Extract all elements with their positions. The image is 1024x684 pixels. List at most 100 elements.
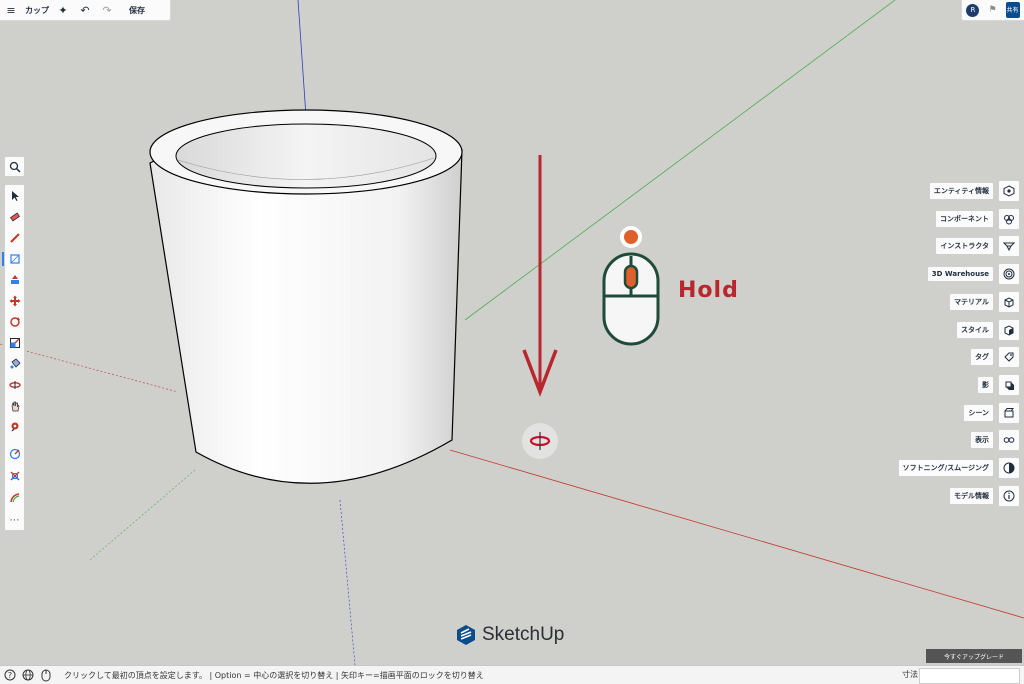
scenes-icon[interactable]: [998, 401, 1020, 424]
cup-model[interactable]: [149, 109, 463, 484]
notification-icon[interactable]: ⚑: [988, 5, 996, 15]
scale-tool[interactable]: [5, 334, 24, 352]
panel-row-styles[interactable]: スタイル: [956, 318, 1020, 341]
walk-tool[interactable]: [5, 418, 24, 436]
panel-label[interactable]: エンティティ情報: [928, 182, 994, 200]
materials-icon[interactable]: [998, 290, 1020, 313]
panel-label[interactable]: モデル情報: [949, 486, 994, 505]
upgrade-button[interactable]: 今すぐアップグレード: [926, 649, 1022, 663]
components-icon[interactable]: [998, 207, 1020, 230]
tape-measure-tool[interactable]: [5, 445, 24, 463]
pencil-icon: [9, 233, 20, 243]
panel-label[interactable]: コンポーネント: [935, 209, 994, 228]
section-plane-icon: [10, 471, 19, 481]
eraser-icon: [9, 212, 20, 222]
panel-label[interactable]: 影: [977, 375, 994, 394]
mouse-middle-button-icon: [602, 226, 660, 346]
shadows-icon[interactable]: [998, 373, 1020, 396]
top-right-cluster: R ⚑ 共有: [961, 0, 1024, 21]
model-title[interactable]: カップ: [22, 0, 52, 20]
help-icon[interactable]: ?: [2, 667, 18, 683]
move-icon: [9, 295, 20, 307]
measurements-label: 寸法: [902, 670, 918, 679]
orbit-icon: [8, 381, 21, 389]
styles-icon[interactable]: [998, 318, 1020, 341]
pan-tool[interactable]: [5, 397, 24, 415]
push-pull-tool[interactable]: [5, 271, 24, 289]
panel-row-model-info[interactable]: モデル情報: [949, 484, 1020, 507]
paint-bucket-icon: [10, 358, 21, 369]
panel-label[interactable]: スタイル: [956, 320, 994, 339]
paint-bucket-tool[interactable]: [5, 355, 24, 373]
scale-icon: [9, 338, 20, 348]
status-text: クリックして最初の頂点を設定します。 | Option = 中心の選択を切り替え…: [64, 670, 484, 680]
svg-text:?: ?: [8, 671, 12, 680]
panel-row-warehouse[interactable]: 3D Warehouse: [926, 263, 1020, 286]
panel-label[interactable]: シーン: [963, 403, 994, 422]
undo-icon[interactable]: ↶: [74, 0, 96, 20]
panel-label[interactable]: インストラクタ: [935, 237, 994, 256]
panel-label[interactable]: ソフトニング/スムージング: [897, 459, 994, 477]
tape-measure-icon: [9, 448, 20, 460]
rotate-icon: [9, 317, 20, 327]
panel-label[interactable]: マテリアル: [949, 292, 994, 311]
panel-label[interactable]: タグ: [970, 348, 994, 367]
panel-row-entity-info[interactable]: エンティティ情報: [928, 180, 1020, 202]
share-button[interactable]: 共有: [1005, 2, 1020, 18]
model-viewport[interactable]: [0, 0, 1024, 665]
soften-smooth-icon[interactable]: [998, 457, 1020, 479]
panel-row-components[interactable]: コンポーネント: [935, 207, 1020, 230]
hold-label: Hold: [678, 278, 739, 303]
blue-axis-negative: [339, 499, 356, 665]
redo-icon[interactable]: ↷: [96, 0, 118, 20]
avatar[interactable]: R: [966, 3, 980, 17]
pencil-tool[interactable]: [5, 229, 24, 247]
save-button[interactable]: 保存: [122, 0, 152, 20]
menu-icon[interactable]: ≡: [0, 0, 22, 20]
panel-label[interactable]: 3D Warehouse: [926, 266, 994, 283]
search-icon: [9, 161, 21, 173]
orbit-tool[interactable]: [5, 376, 24, 394]
drag-down-arrow: [522, 155, 558, 397]
globe-icon[interactable]: [20, 667, 36, 683]
pan-icon: [11, 401, 19, 412]
more-tools-icon[interactable]: ⋯: [5, 511, 24, 529]
measurements-input[interactable]: [919, 668, 1020, 684]
mouse-icon: [38, 667, 54, 683]
model-info-icon[interactable]: [998, 484, 1020, 507]
entity-info-icon[interactable]: [998, 180, 1020, 202]
status-bar: ? クリックして最初の頂点を設定します。 | Option = 中心の選択を切り…: [0, 665, 1024, 684]
rectangle-icon: [9, 254, 20, 264]
top-toolbar: ≡ カップ ✦ ↶ ↷ 保存: [0, 0, 171, 21]
panel-row-instructor[interactable]: インストラクタ: [935, 235, 1020, 258]
tool-palette: ⋯: [2, 184, 25, 531]
brand-name: SketchUp: [482, 624, 565, 645]
warehouse-icon[interactable]: [998, 263, 1020, 286]
rotate-tool[interactable]: [5, 313, 24, 331]
display-icon[interactable]: [998, 429, 1020, 452]
move-tool[interactable]: [5, 292, 24, 310]
panel-row-soften-smooth[interactable]: ソフトニング/スムージング: [897, 457, 1020, 479]
section-plane-tool[interactable]: [5, 467, 24, 485]
panel-row-materials[interactable]: マテリアル: [949, 290, 1020, 313]
green-axis-negative: [89, 469, 196, 561]
red-axis-negative: [0, 343, 179, 393]
follow-me-icon: [9, 493, 19, 503]
panel-row-tags[interactable]: タグ: [970, 346, 1020, 369]
tags-icon[interactable]: [998, 346, 1020, 369]
eraser-tool[interactable]: [5, 208, 24, 226]
ai-assistant-icon[interactable]: ✦: [52, 0, 74, 20]
select-tool[interactable]: [5, 187, 24, 205]
walk-icon: [11, 422, 18, 432]
select-icon: [11, 191, 19, 201]
search-tool[interactable]: [4, 156, 25, 177]
panel-label[interactable]: 表示: [970, 431, 994, 450]
rectangle-tool[interactable]: [2, 250, 24, 268]
panel-row-scenes[interactable]: シーン: [963, 401, 1020, 424]
follow-me-tool[interactable]: [5, 489, 24, 507]
instructor-icon[interactable]: [998, 235, 1020, 258]
panel-row-shadows[interactable]: 影: [977, 373, 1020, 396]
sketchup-logo: SketchUp: [455, 624, 564, 646]
panel-row-display[interactable]: 表示: [970, 429, 1020, 452]
push-pull-icon: [10, 275, 19, 284]
